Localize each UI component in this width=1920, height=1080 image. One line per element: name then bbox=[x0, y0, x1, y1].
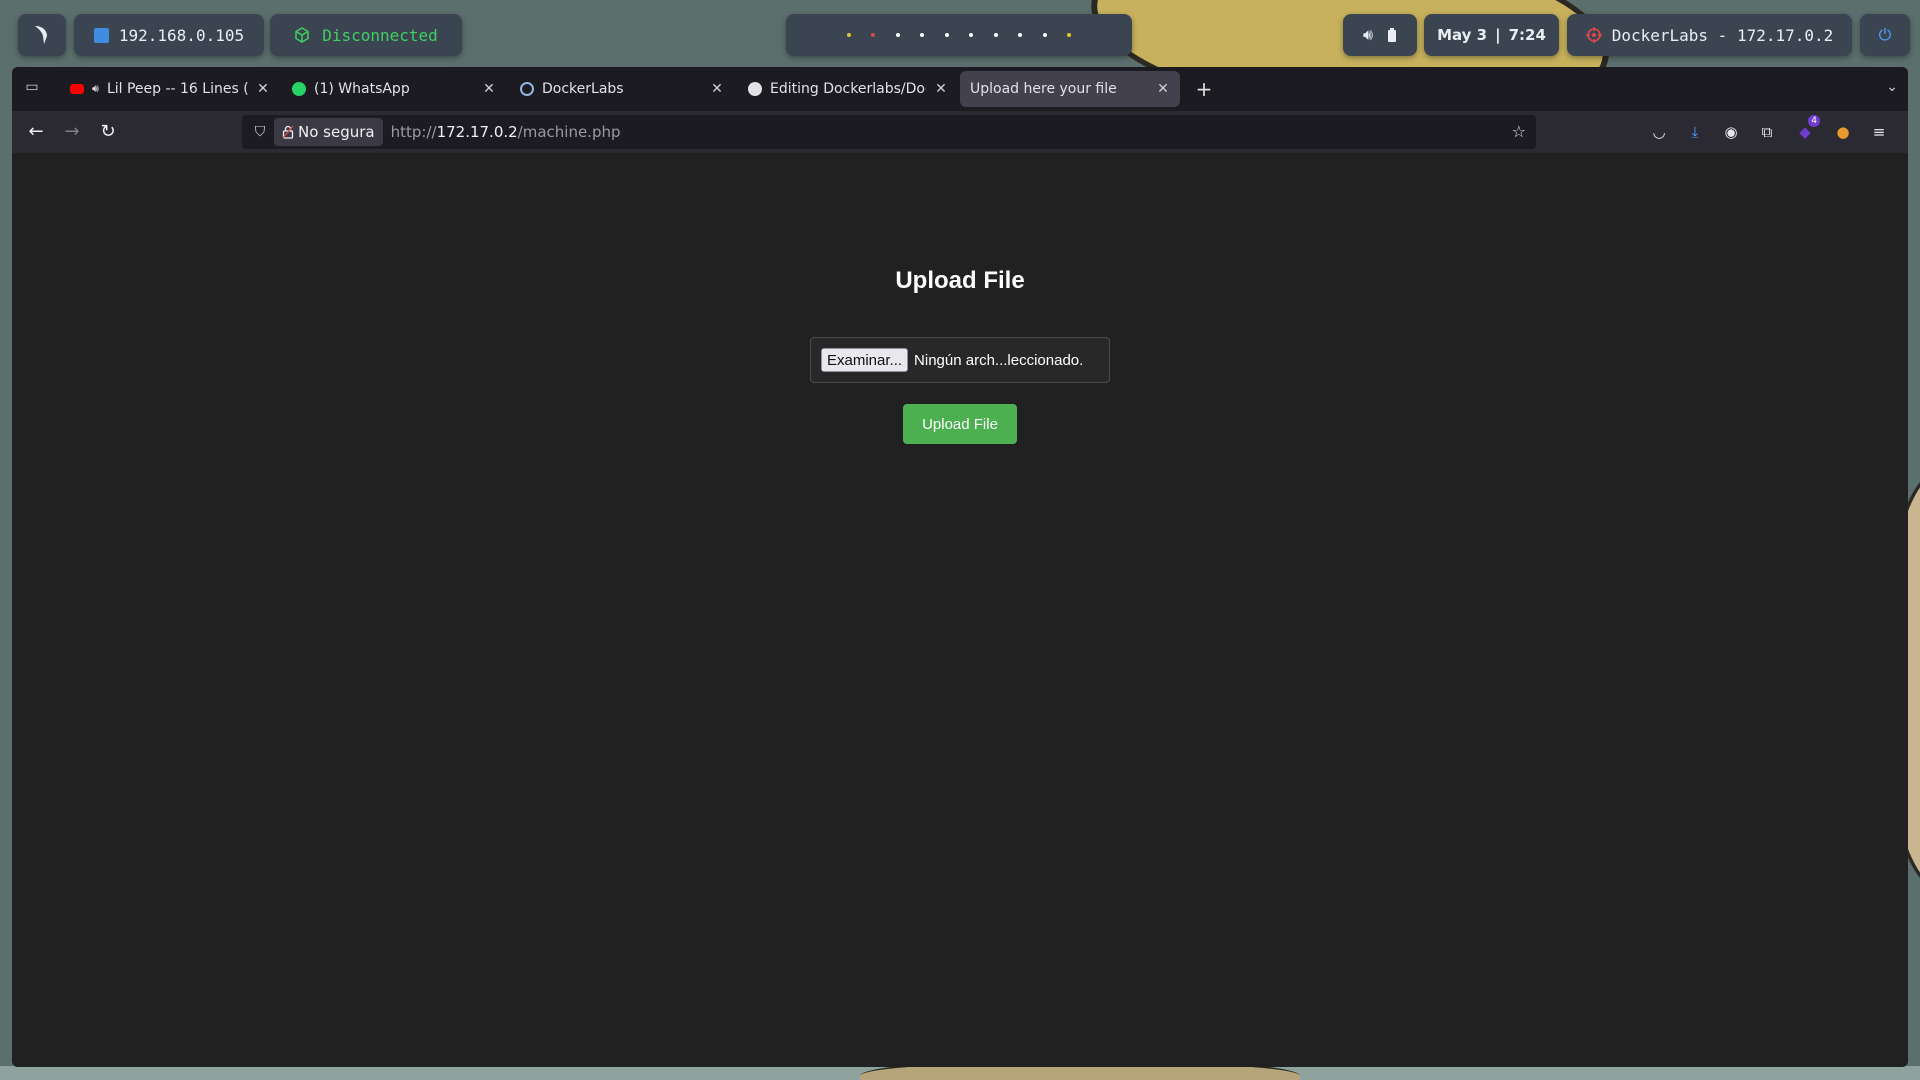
target-widget[interactable]: DockerLabs - 172.17.0.2 bbox=[1567, 14, 1852, 56]
workspace-dot-7[interactable] bbox=[993, 33, 998, 37]
tab-dockerlabs[interactable]: DockerLabs ✕ bbox=[510, 71, 734, 107]
page-content: Upload File Examinar... Ningún arch...le… bbox=[12, 153, 1908, 1067]
extensions-icon[interactable]: ⧉ bbox=[1756, 121, 1778, 143]
cookie-extension-icon[interactable]: ● bbox=[1832, 121, 1854, 143]
workspace-dot-8[interactable] bbox=[1018, 33, 1023, 37]
power-icon: ⏻ bbox=[1878, 25, 1892, 44]
file-status-text: Ningún arch...leccionado. bbox=[914, 351, 1084, 369]
workspace-dot-6[interactable] bbox=[969, 33, 974, 37]
reload-button[interactable]: ↻ bbox=[96, 120, 120, 144]
shield-icon[interactable]: ⛉ bbox=[246, 124, 274, 140]
security-label: No segura bbox=[298, 123, 375, 141]
audio-icon[interactable]: 🔊︎ bbox=[92, 82, 99, 96]
tab-github[interactable]: Editing Dockerlabs/Docke ✕ bbox=[738, 71, 958, 107]
upload-file-button[interactable]: Upload File bbox=[903, 404, 1017, 444]
tab-label: (1) WhatsApp bbox=[314, 81, 410, 97]
workspace-dot-4[interactable] bbox=[920, 33, 925, 37]
url-prefix: http:// bbox=[390, 123, 437, 141]
tab-youtube[interactable]: 🔊︎ Lil Peep -- 16 Lines (O ✕ bbox=[60, 71, 280, 107]
clock-widget[interactable]: May 3 | 7:24 bbox=[1424, 14, 1559, 56]
workspace-dot-2[interactable] bbox=[871, 33, 876, 37]
github-icon bbox=[748, 82, 762, 96]
account-icon[interactable]: ◉ bbox=[1720, 121, 1742, 143]
close-icon[interactable]: ✕ bbox=[934, 81, 948, 97]
target-icon bbox=[1585, 27, 1602, 43]
tab-groups-icon[interactable]: ▭ bbox=[22, 79, 42, 99]
security-indicator[interactable]: No segura bbox=[274, 118, 383, 146]
forward-button[interactable]: → bbox=[60, 120, 84, 144]
youtube-icon bbox=[70, 84, 84, 94]
browse-button[interactable]: Examinar... bbox=[821, 348, 909, 372]
battery-icon[interactable] bbox=[1387, 28, 1397, 42]
workspace-dot-3[interactable] bbox=[895, 33, 900, 37]
workspace-indicator[interactable] bbox=[786, 14, 1132, 56]
close-icon[interactable]: ✕ bbox=[256, 81, 270, 97]
kali-dragon-icon bbox=[35, 26, 47, 44]
ip-widget[interactable]: 192.168.0.105 bbox=[74, 14, 264, 56]
menu-icon[interactable]: ≡ bbox=[1868, 121, 1890, 143]
page-title: Upload File bbox=[895, 267, 1025, 294]
download-icon[interactable]: ⤓ bbox=[1684, 121, 1706, 143]
workspace-dot-1[interactable] bbox=[846, 33, 851, 37]
network-icon bbox=[93, 27, 109, 43]
tab-label: Lil Peep -- 16 Lines (O bbox=[106, 81, 248, 97]
volume-icon[interactable]: 🔊︎ bbox=[1363, 25, 1373, 45]
workspace-dot-9[interactable] bbox=[1042, 33, 1047, 37]
tab-upload[interactable]: Upload here your file ✕ bbox=[960, 71, 1180, 107]
url-text[interactable]: http://172.17.0.2/machine.php bbox=[391, 123, 621, 141]
close-icon[interactable]: ✕ bbox=[1156, 81, 1170, 97]
url-bar[interactable]: ⛉ No segura http://172.17.0.2/machine.ph… bbox=[242, 115, 1536, 149]
navigation-bar: ← → ↻ ⛉ No segura http://172.17.0.2/mach… bbox=[12, 111, 1908, 153]
chevron-down-icon[interactable]: ⌄ bbox=[1886, 79, 1898, 95]
new-tab-button[interactable]: + bbox=[1192, 77, 1216, 101]
workspace-dot-5[interactable] bbox=[944, 33, 949, 37]
tab-bar: ▭ 🔊︎ Lil Peep -- 16 Lines (O ✕ (1) Whats… bbox=[12, 67, 1908, 111]
close-icon[interactable]: ✕ bbox=[710, 81, 724, 97]
tab-label: DockerLabs bbox=[542, 81, 624, 97]
workspace-dot-10[interactable] bbox=[1067, 33, 1072, 37]
vpn-widget[interactable]: Disconnected bbox=[270, 14, 462, 56]
tab-whatsapp[interactable]: (1) WhatsApp ✕ bbox=[282, 71, 506, 107]
date-text: May 3 bbox=[1437, 26, 1488, 44]
tab-label: Editing Dockerlabs/Docke bbox=[770, 81, 926, 97]
system-tray[interactable]: 🔊︎ bbox=[1343, 14, 1417, 56]
insecure-lock-icon bbox=[282, 125, 294, 139]
close-icon[interactable]: ✕ bbox=[482, 81, 496, 97]
vpn-cube-icon bbox=[295, 27, 309, 43]
date-separator: | bbox=[1495, 26, 1501, 44]
power-button[interactable]: ⏻ bbox=[1860, 14, 1910, 56]
globe-icon bbox=[520, 82, 534, 96]
browser-window: ▭ 🔊︎ Lil Peep -- 16 Lines (O ✕ (1) Whats… bbox=[12, 67, 1908, 1067]
extension-hackbar-icon[interactable]: ◆ 4 bbox=[1794, 115, 1820, 143]
target-text: DockerLabs - 172.17.0.2 bbox=[1611, 25, 1834, 45]
ip-address: 192.168.0.105 bbox=[118, 25, 245, 45]
file-input[interactable]: Examinar... Ningún arch...leccionado. bbox=[810, 337, 1110, 383]
extension-badge: 4 bbox=[1808, 115, 1820, 127]
url-path: /machine.php bbox=[517, 123, 621, 141]
vpn-status: Disconnected bbox=[322, 25, 438, 45]
time-text: 7:24 bbox=[1508, 26, 1546, 44]
url-host: 172.17.0.2 bbox=[436, 123, 518, 141]
pocket-icon[interactable]: ◡ bbox=[1648, 121, 1670, 143]
back-button[interactable]: ← bbox=[24, 120, 48, 144]
bookmark-star-icon[interactable]: ☆ bbox=[1512, 122, 1526, 141]
tab-label: Upload here your file bbox=[970, 81, 1117, 97]
launcher-button[interactable] bbox=[18, 14, 66, 56]
whatsapp-icon bbox=[292, 82, 306, 96]
